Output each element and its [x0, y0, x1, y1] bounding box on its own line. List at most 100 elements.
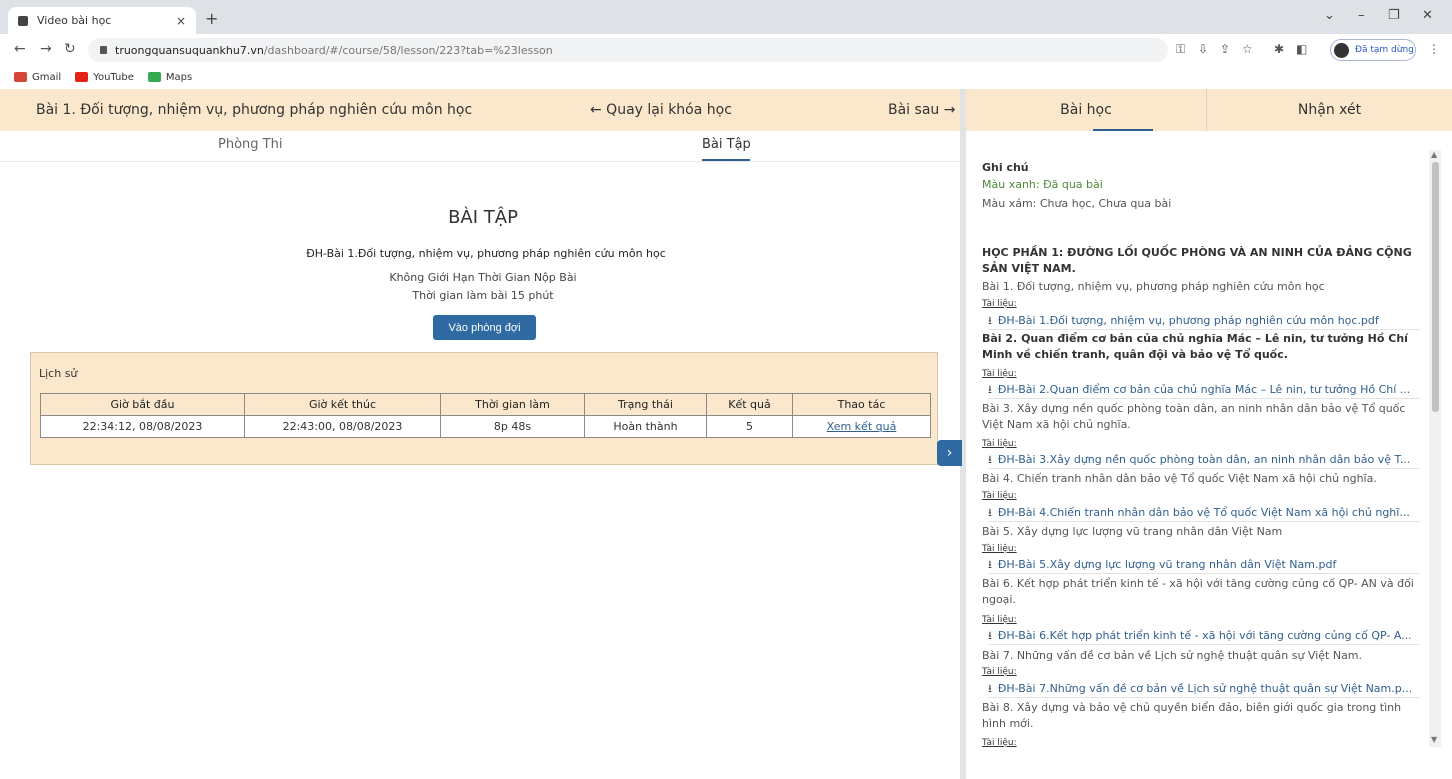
lesson-title-2[interactable]: Bài 2. Quan điểm cơ bản của chủ nghĩa Má…	[982, 331, 1418, 363]
exercise-subtitle: ĐH-Bài 1.Đối tượng, nhiệm vụ, phương phá…	[306, 247, 666, 260]
bookmark-star-icon[interactable]: ☆	[1242, 42, 1253, 56]
youtube-icon	[75, 72, 89, 82]
doc-link-2[interactable]: ⭳ ĐH-Bài 2.Quan điểm cơ bản của chủ nghĩa…	[988, 382, 1420, 399]
col-duration: Thời gian làm	[440, 393, 585, 416]
notes-green: Màu xanh: Đã qua bài	[982, 178, 1103, 191]
bookmark-gmail[interactable]: Gmail	[14, 72, 61, 83]
active-tab-indicator	[702, 159, 750, 161]
address-bar[interactable]: truongquansuquankhu7.vn/dashboard/#/cour…	[88, 38, 1168, 62]
history-panel: Lịch sử Giờ bắt đầu Giờ kết thúc Thời gi…	[30, 352, 938, 465]
menu-dots-icon[interactable]: ⋮	[1428, 42, 1440, 56]
scrollbar-thumb[interactable]	[1432, 162, 1439, 412]
chevron-right-icon: ›	[946, 445, 953, 461]
doc-label: Tài liệu:	[982, 667, 1017, 677]
doc-label: Tài liệu:	[982, 491, 1017, 501]
browser-toolbar: ← → ↻ truongquansuquankhu7.vn/dashboard/…	[0, 34, 1452, 66]
profile-button[interactable]: Đã tạm dừng	[1330, 39, 1416, 61]
duration-cell: 8p 48s	[440, 415, 585, 438]
browser-tab[interactable]: Video bài học ×	[8, 7, 196, 34]
bookmarks-bar: Gmail YouTube Maps	[0, 66, 1452, 88]
end-time-cell: 22:43:00, 08/08/2023	[244, 415, 441, 438]
duration-text: Thời gian làm bài 15 phút	[412, 289, 554, 302]
tab-exercise[interactable]: Bài Tập	[702, 137, 751, 152]
doc-link-3[interactable]: ⭳ ĐH-Bài 3.Xây dựng nền quốc phòng toàn d…	[988, 452, 1420, 469]
next-lesson-link[interactable]: Bài sau →	[888, 102, 955, 118]
tab-search-icon[interactable]: ⌄	[1324, 8, 1335, 23]
favicon-icon	[18, 15, 28, 26]
history-table: Giờ bắt đầu Giờ kết thúc Thời gian làm T…	[40, 393, 931, 438]
lesson-header: Bài 1. Đối tượng, nhiệm vụ, phương pháp …	[0, 89, 960, 131]
doc-label: Tài liệu:	[982, 544, 1017, 554]
download-icon: ⭳	[988, 314, 992, 327]
scroll-down-icon[interactable]: ▼	[1431, 735, 1437, 744]
lesson-title-8[interactable]: Bài 8. Xây dựng và bảo vệ chủ quyền biển…	[982, 700, 1418, 732]
col-start-time: Giờ bắt đầu	[40, 393, 245, 416]
scrollbar[interactable]: ▲ ▼	[1429, 150, 1441, 747]
lesson-title-3[interactable]: Bài 3. Xây dựng nền quốc phòng toàn dân,…	[982, 401, 1418, 433]
doc-link-6[interactable]: ⭳ ĐH-Bài 6.Kết hợp phát triển kinh tế - x…	[988, 628, 1420, 645]
toggle-panel-button[interactable]: ›	[937, 440, 962, 466]
notes-gray: Màu xám: Chưa học, Chưa qua bài	[982, 197, 1172, 210]
tab-title: Video bài học	[37, 14, 112, 27]
side-panel-icon[interactable]: ◧	[1296, 42, 1307, 56]
lesson-title-4[interactable]: Bài 4. Chiến tranh nhân dân bảo vệ Tổ qu…	[982, 471, 1377, 487]
col-result: Kết quả	[706, 393, 793, 416]
col-action: Thao tác	[792, 393, 931, 416]
doc-link-4[interactable]: ⭳ ĐH-Bài 4.Chiến tranh nhân dân bảo vệ Tổ…	[988, 505, 1420, 522]
enter-waiting-room-button[interactable]: Vào phòng đợi	[433, 315, 536, 340]
close-window-icon[interactable]: ✕	[1422, 8, 1433, 23]
close-tab-icon[interactable]: ×	[176, 14, 186, 28]
lesson-title-7[interactable]: Bài 7. Những vấn đề cơ bản về Lịch sử ng…	[982, 648, 1362, 664]
tab-strip: Video bài học × + ⌄ – ❐ ✕	[0, 0, 1452, 34]
doc-label: Tài liệu:	[982, 615, 1017, 625]
scroll-up-icon[interactable]: ▲	[1431, 150, 1437, 159]
doc-label: Tài liệu:	[982, 738, 1017, 748]
browser-chrome: Video bài học × + ⌄ – ❐ ✕ ← → ↻ truongqu…	[0, 0, 1452, 88]
key-icon[interactable]: ⚿	[1176, 42, 1185, 57]
doc-link-5[interactable]: ⭳ ĐH-Bài 5.Xây dựng lực lượng vũ trang nh…	[988, 557, 1420, 574]
active-tab-indicator	[1093, 129, 1153, 131]
install-icon[interactable]: ⇩	[1198, 42, 1208, 56]
right-tabs: Bài học Nhận xét	[966, 89, 1452, 131]
lock-icon	[100, 46, 107, 54]
exercise-title: BÀI TẬP	[448, 207, 518, 228]
maximize-icon[interactable]: ❐	[1388, 8, 1400, 23]
lesson-title-6[interactable]: Bài 6. Kết hợp phát triển kinh tế - xã h…	[982, 576, 1418, 608]
lesson-title-1[interactable]: Bài 1. Đối tượng, nhiệm vụ, phương pháp …	[982, 279, 1325, 295]
minimize-icon[interactable]: –	[1358, 8, 1365, 23]
download-icon: ⭳	[988, 383, 992, 396]
bookmark-youtube[interactable]: YouTube	[75, 72, 134, 83]
start-time-cell: 22:34:12, 08/08/2023	[40, 415, 245, 438]
share-icon[interactable]: ⇪	[1220, 42, 1230, 56]
col-end-time: Giờ kết thúc	[244, 393, 441, 416]
doc-label: Tài liệu:	[982, 439, 1017, 449]
back-arrow-icon[interactable]: ←	[14, 41, 26, 57]
panel-divider	[960, 89, 966, 779]
tab-lesson[interactable]: Bài học	[966, 102, 1206, 118]
url-host: truongquansuquankhu7.vn	[115, 43, 264, 57]
profile-label: Đã tạm dừng	[1355, 45, 1414, 55]
tab-comments[interactable]: Nhận xét	[1207, 102, 1452, 118]
col-status: Trạng thái	[584, 393, 707, 416]
download-icon: ⭳	[988, 506, 992, 519]
tab-exam-room[interactable]: Phòng Thi	[218, 137, 282, 152]
forward-arrow-icon[interactable]: →	[40, 41, 52, 57]
result-cell: 5	[706, 415, 793, 438]
lesson-list-panel: Ghi chú Màu xanh: Đã qua bài Màu xám: Ch…	[976, 160, 1422, 748]
reload-icon[interactable]: ↻	[64, 41, 76, 57]
view-result-link[interactable]: Xem kết quả	[827, 420, 897, 433]
doc-link-1[interactable]: ⭳ ĐH-Bài 1.Đối tượng, nhiệm vụ, phương ph…	[988, 313, 1420, 330]
avatar	[1334, 42, 1349, 58]
url-path: /dashboard/#/course/58/lesson/223?tab=%2…	[263, 43, 553, 57]
section-title: HỌC PHẦN 1: ĐƯỜNG LỐI QUỐC PHÒNG VÀ AN N…	[982, 246, 1412, 275]
doc-link-7[interactable]: ⭳ ĐH-Bài 7.Những vấn đề cơ bản về Lịch sử…	[988, 681, 1420, 698]
bookmark-maps[interactable]: Maps	[147, 72, 192, 83]
extensions-icon[interactable]: ✱	[1274, 42, 1284, 56]
download-icon: ⭳	[988, 453, 992, 466]
lesson-title-5[interactable]: Bài 5. Xây dựng lực lượng vũ trang nhân …	[982, 524, 1282, 540]
new-tab-button[interactable]: +	[205, 9, 218, 28]
doc-label: Tài liệu:	[982, 299, 1017, 309]
back-to-course-link[interactable]: ← Quay lại khóa học	[590, 102, 732, 118]
sub-tabs: Phòng Thi Bài Tập	[0, 131, 960, 162]
table-header-row: Giờ bắt đầu Giờ kết thúc Thời gian làm T…	[40, 393, 931, 416]
